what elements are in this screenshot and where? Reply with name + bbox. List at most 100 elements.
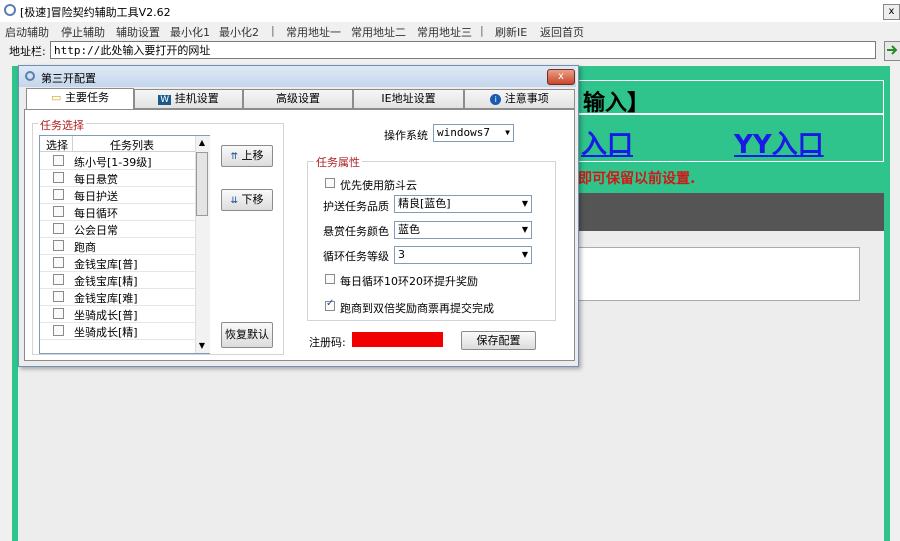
os-select[interactable]: windows7 ▼ (433, 124, 514, 142)
task-checkbox[interactable] (53, 155, 64, 166)
dialog-close-button[interactable]: x (547, 69, 575, 85)
address-label: 地址栏: (9, 45, 46, 58)
main-title-bar: [极速]冒险契约辅助工具V2.62 x (0, 0, 900, 22)
scroll-down-icon[interactable]: ▼ (195, 339, 209, 353)
web-entry-link[interactable]: 入口 (581, 124, 633, 161)
web-header-text: 输入】 (583, 91, 650, 116)
task-label: 金钱宝库[精] (74, 275, 138, 288)
task-row[interactable]: 练小号[1-39级] (40, 152, 195, 170)
menu-address-3[interactable]: 常用地址三 (417, 24, 472, 40)
task-label: 金钱宝库[普] (74, 258, 138, 271)
task-row[interactable]: 金钱宝库[普] (40, 254, 195, 272)
task-label: 每日循环 (74, 207, 118, 220)
app-icon (4, 4, 16, 16)
scroll-thumb[interactable] (196, 152, 208, 216)
web-notice-text: 即可保留以前设置. (578, 171, 696, 187)
jindou-checkbox[interactable] (325, 178, 335, 188)
address-input[interactable]: http://此处输入要打开的网址 (50, 41, 876, 59)
task-row[interactable]: 坐骑成长[精] (40, 322, 195, 340)
arrow-up-icon: ⇈ (230, 152, 239, 162)
web-yy-entry-link[interactable]: YY入口 (734, 124, 824, 161)
menu-start-assist[interactable]: 启动辅助 (5, 24, 49, 40)
bounty-color-value: 蓝色 (398, 223, 420, 236)
daily-loop-option-label: 每日循环10环20环提升奖励 (340, 275, 478, 288)
task-selection-label: 任务选择 (38, 117, 86, 133)
task-label: 金钱宝库[难] (74, 292, 138, 305)
escort-quality-select[interactable]: 精良[蓝色] ▼ (394, 195, 532, 213)
tab-label: 高级设置 (276, 92, 320, 105)
loop-level-select[interactable]: 3 ▼ (394, 246, 532, 264)
paoshang-checkbox[interactable] (325, 298, 335, 311)
task-row[interactable]: 金钱宝库[难] (40, 288, 195, 306)
task-checkbox[interactable] (53, 189, 64, 200)
bounty-color-select[interactable]: 蓝色 ▼ (394, 221, 532, 239)
menu-refresh-ie[interactable]: 刷新IE (495, 24, 527, 40)
save-config-button[interactable]: 保存配置 (461, 331, 536, 350)
header-task-list: 任务列表 (110, 139, 154, 152)
move-up-label: 上移 (241, 149, 264, 162)
move-up-button[interactable]: ⇈ 上移 (221, 145, 273, 167)
task-label: 练小号[1-39级] (74, 156, 152, 169)
window-close-button[interactable]: x (883, 4, 900, 20)
menu-address-1[interactable]: 常用地址一 (286, 24, 341, 40)
tab-notes[interactable]: i 注意事项 (464, 89, 575, 109)
menu-address-2[interactable]: 常用地址二 (351, 24, 406, 40)
go-button[interactable] (884, 41, 900, 61)
task-label: 坐骑成长[精] (74, 326, 138, 339)
header-divider (72, 136, 73, 151)
menu-bar: 启动辅助 停止辅助 辅助设置 最小化1 最小化2 | 常用地址一 常用地址二 常… (0, 22, 900, 39)
menu-minimize-1[interactable]: 最小化1 (170, 24, 210, 40)
header-select: 选择 (46, 139, 68, 152)
tab-label: 主要任务 (64, 91, 109, 104)
escort-quality-value: 精良[蓝色] (398, 197, 451, 210)
task-checkbox[interactable] (53, 206, 64, 217)
task-row[interactable]: 公会日常 (40, 220, 195, 238)
task-row[interactable]: 每日循环 (40, 203, 195, 221)
task-label: 每日悬赏 (74, 173, 118, 186)
dropdown-arrow-icon: ▼ (521, 225, 528, 234)
menu-separator: | (271, 24, 275, 37)
web-text-box[interactable] (570, 247, 860, 301)
dialog-title: 第三开配置 (41, 72, 96, 85)
jindou-option-label: 优先使用筋斗云 (340, 179, 417, 192)
task-checkbox[interactable] (53, 257, 64, 268)
task-row[interactable]: 每日悬赏 (40, 169, 195, 187)
tab-main-tasks[interactable]: ▭ 主要任务 (26, 88, 134, 110)
go-arrow-icon (887, 45, 898, 55)
loop-level-label: 循环任务等级 (323, 250, 389, 263)
task-label: 公会日常 (74, 224, 118, 237)
task-row[interactable]: 每日护送 (40, 186, 195, 204)
task-checkbox[interactable] (53, 291, 64, 302)
escort-quality-label: 护送任务品质 (323, 200, 389, 213)
menu-assist-settings[interactable]: 辅助设置 (116, 24, 160, 40)
task-checkbox[interactable] (53, 240, 64, 251)
menu-stop-assist[interactable]: 停止辅助 (61, 24, 105, 40)
loop-level-value: 3 (398, 248, 405, 261)
menu-minimize-2[interactable]: 最小化2 (219, 24, 259, 40)
dialog-app-icon (25, 71, 35, 81)
menu-return-home[interactable]: 返回首页 (540, 24, 584, 40)
task-checkbox[interactable] (53, 308, 64, 319)
tab-label: 挂机设置 (174, 92, 219, 105)
tab-idle-settings[interactable]: W 挂机设置 (134, 89, 243, 109)
paoshang-option-label: 跑商到双倍奖励商票再提交完成 (340, 302, 494, 315)
move-down-label: 下移 (241, 193, 264, 206)
task-checkbox[interactable] (53, 325, 64, 336)
task-list-header: 选择 任务列表 (40, 136, 195, 152)
daily-loop-checkbox[interactable] (325, 274, 335, 284)
move-down-button[interactable]: ⇊ 下移 (221, 189, 273, 211)
tab-ie-address-settings[interactable]: IE地址设置 (353, 89, 464, 109)
task-checkbox[interactable] (53, 172, 64, 183)
task-checkbox[interactable] (53, 274, 64, 285)
restore-default-button[interactable]: 恢复默认 (221, 322, 273, 348)
scroll-up-icon[interactable]: ▲ (195, 136, 209, 150)
task-row[interactable]: 金钱宝库[精] (40, 271, 195, 289)
tab-label: IE地址设置 (381, 92, 436, 105)
task-row[interactable]: 跑商 (40, 237, 195, 255)
task-row[interactable]: 坐骑成长[普] (40, 305, 195, 323)
task-checkbox[interactable] (53, 223, 64, 234)
registration-code-field[interactable] (352, 332, 443, 347)
window-title: [极速]冒险契约辅助工具V2.62 (20, 6, 171, 19)
tab-advanced-settings[interactable]: 高级设置 (243, 89, 353, 109)
bounty-color-label: 悬赏任务颜色 (323, 225, 389, 238)
